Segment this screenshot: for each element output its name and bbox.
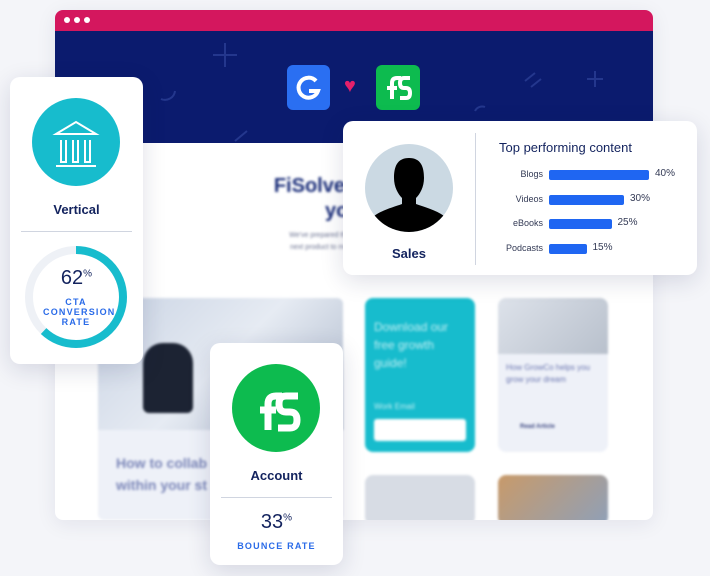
bounce-value: 33% [210,511,343,534]
bar-value: 15% [592,241,613,253]
window-dot [74,17,80,23]
bar-podcasts [549,243,587,254]
bar-value: 40% [655,168,676,179]
value-number: 62 [60,267,84,289]
value-unit: % [283,512,293,524]
fs-logo-icon [232,364,320,452]
read-article-link[interactable]: Read Article [498,394,608,430]
bar-ebooks [549,219,612,229]
bar-label: Podcasts [505,242,543,253]
growco-logo [287,65,330,110]
bar-label: Videos [515,193,543,204]
vertical-label: Vertical [53,202,100,217]
bar-blogs [549,170,649,180]
work-email-label: Work Email [374,402,415,411]
photo-card[interactable] [498,475,608,520]
divider [221,497,332,498]
growco-article-card[interactable]: How GrowCo helps you grow your dream Rea… [498,298,608,452]
article-title: How GrowCo helps you grow your dream [506,363,591,384]
value-unit: % [83,268,93,280]
cta-card: Download our free growth guide! Work Ema… [365,298,475,452]
video-card[interactable] [365,475,475,520]
sales-label: Sales [392,246,426,261]
window-dot [64,17,70,23]
bar-label: Blogs [520,169,543,179]
bank-icon [32,98,120,186]
conversion-label: CTA CONVERSION RATE [43,297,116,327]
account-card: Account 33% BOUNCE RATE [210,343,343,565]
photo-person [143,343,193,413]
window-titlebar [55,10,653,31]
vertical-card: Vertical 62% CTA CONVERSION RATE [10,77,143,364]
fisolve-logo [376,65,420,110]
account-label: Account [250,468,303,483]
bounce-label: BOUNCE RATE [237,541,316,551]
article-photo [498,298,608,354]
heart-icon: ♥ [344,75,356,97]
bar-value: 25% [617,217,638,228]
bar-videos [549,194,624,205]
work-email-input[interactable] [374,419,466,441]
value-number: 33 [260,511,284,533]
conversion-value: 62% [10,267,143,290]
divider [21,231,132,232]
chart-title: Top performing content [499,140,632,155]
sales-card: Sales Top performing content Blogs 40% Vid… [343,121,697,275]
avatar [365,144,453,232]
cta-title: Download our free growth guide! [374,320,449,370]
bar-label: eBooks [512,218,543,228]
window-dot [84,17,90,23]
bar-value: 30% [630,192,651,204]
